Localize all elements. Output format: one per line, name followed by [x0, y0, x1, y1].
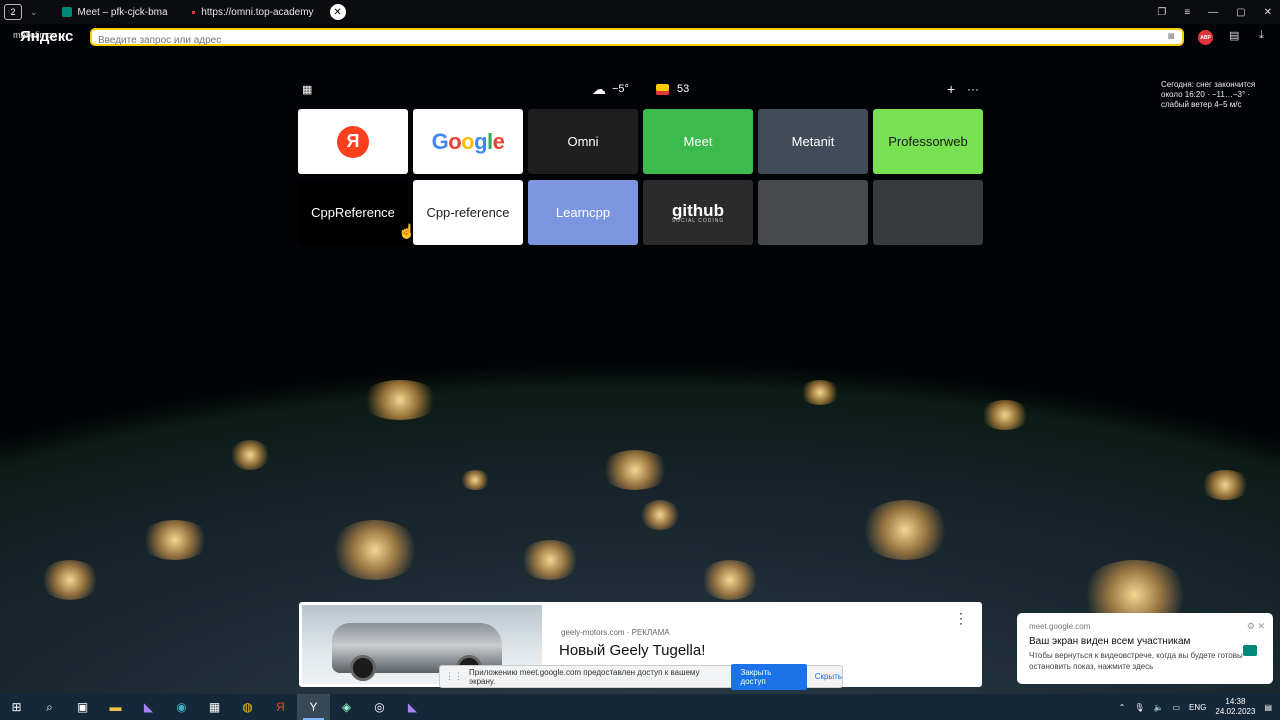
speed-dial-tile[interactable]: Cpp-reference [413, 180, 523, 245]
speed-dial-tile[interactable]: Я [298, 109, 408, 174]
window-controls: ❐ ≡ — ▢ ✕ [1157, 0, 1272, 24]
tab-title: https://omni.top-academy [201, 6, 314, 18]
yandex-logo-icon: Я [337, 125, 369, 158]
share-message: Приложению meet.google.com предоставлен … [469, 667, 700, 686]
mail-widget[interactable]: 53 [656, 80, 689, 98]
tile-label: Metanit [791, 134, 835, 149]
user-name: maxefimov [13, 30, 57, 40]
file-explorer-icon[interactable]: ▬ [99, 694, 132, 720]
microphone-icon[interactable]: 🎙 [1134, 703, 1144, 712]
notification-toast[interactable]: meet.google.com ⚙ ✕ Ваш экран виден всем… [1017, 613, 1273, 684]
temperature: −5° [612, 83, 629, 95]
minimize-icon[interactable]: — [1208, 7, 1218, 18]
tab-count-button[interactable]: 2 [4, 4, 22, 20]
speed-dial-tile[interactable]: CppReference [298, 180, 408, 245]
address-bar[interactable]: ◙ [90, 28, 1184, 48]
ad-title[interactable]: Новый Geely Tugella! [559, 642, 705, 659]
menu-icon[interactable]: ≡ [1184, 7, 1190, 18]
tile-label: Meet [683, 134, 713, 149]
meet-icon [1243, 645, 1257, 656]
tile-label: Omni [567, 134, 599, 149]
tab-title: Meet – pfk-cjck-bma [77, 6, 168, 18]
mail-icon [656, 83, 669, 95]
address-row: Яндекс ◙ [0, 24, 1280, 50]
google-logo: Google [431, 128, 505, 154]
more-icon[interactable]: ··· [967, 80, 979, 98]
github-logo: github SOCIAL CODING [672, 202, 725, 224]
language-indicator[interactable]: ENG [1189, 703, 1206, 712]
obs-icon[interactable]: ◎ [363, 694, 396, 720]
maximize-icon[interactable]: ▢ [1236, 7, 1245, 18]
tab-omni[interactable]: https://omni.top-academy [182, 0, 324, 24]
notification-title: Ваш экран виден всем участникам [1029, 636, 1191, 647]
empty-tile[interactable] [758, 180, 868, 245]
network-icon[interactable]: ▭ [1172, 703, 1180, 712]
chevron-down-icon[interactable]: ⌄ [30, 7, 38, 18]
speed-dial-tile[interactable]: Metanit [758, 109, 868, 174]
edge-icon[interactable]: ◉ [165, 694, 198, 720]
ad-menu-icon[interactable]: ⋮ [954, 610, 968, 627]
speaker-icon[interactable]: 🔈 [1154, 703, 1164, 712]
address-input[interactable] [92, 33, 1144, 48]
tile-label: Learncpp [555, 205, 611, 220]
add-tile-icon[interactable]: + [947, 80, 955, 98]
tab-bar: 2 ⌄ Meet – pfk-cjck-bma https://omni.top… [0, 0, 1280, 24]
bookmark-icon[interactable]: ❐ [1157, 7, 1166, 18]
notifications-icon[interactable]: ▤ [1264, 703, 1272, 712]
system-tray: ⌃ 🎙 🔈 ▭ ENG 14:38 24.02.2023 ▤ [1119, 694, 1272, 720]
tile-label: github [672, 200, 724, 220]
speed-dial-tile[interactable]: Professorweb [873, 109, 983, 174]
windows-start-icon[interactable]: ⊞ [0, 694, 33, 720]
notification-source: meet.google.com [1029, 622, 1091, 631]
tile-label: Professorweb [888, 134, 968, 149]
clock-date: 24.02.2023 [1215, 707, 1256, 716]
yandex-icon[interactable]: Я [264, 694, 297, 720]
tile-sublabel: SOCIAL CODING [671, 217, 725, 224]
user-profile-label[interactable]: maxefimov ⌄ [13, 30, 67, 41]
store-icon[interactable]: ▦ [198, 694, 231, 720]
mail-count: 53 [677, 83, 690, 95]
collections-icon[interactable]: ▤ [1229, 29, 1239, 42]
meet-favicon-icon [61, 7, 72, 17]
download-icon[interactable]: ⤓ [1259, 29, 1264, 42]
clock[interactable]: 14:38 24.02.2023 [1215, 697, 1255, 717]
stop-sharing-button[interactable]: Закрыть доступ [731, 663, 807, 690]
yandex-browser-icon[interactable]: Y [297, 694, 330, 720]
speed-dial-tile[interactable]: github SOCIAL CODING [643, 180, 753, 245]
notification-body: Чтобы вернуться к видеовстрече, когда вы… [1029, 651, 1243, 671]
app-icon[interactable]: ◈ [330, 694, 363, 720]
speed-dial-tile[interactable]: Omni [528, 109, 638, 174]
tile-label: Cpp-reference [426, 205, 510, 220]
speed-dial-tile[interactable]: Google [413, 109, 523, 174]
camera-icon[interactable]: ◙ [1168, 31, 1174, 42]
chrome-icon[interactable]: ◍ [231, 694, 264, 720]
speed-dial-tile[interactable]: Learncpp [528, 180, 638, 245]
search-icon[interactable]: ⌕ [33, 694, 66, 720]
tile-label: CppReference [311, 205, 395, 220]
taskbar: ⊞ ⌕ ▣ ▬ ◣ ◉ ▦ ◍ Я Y ◈ ◎ ◣ ⌃ 🎙 🔈 ▭ ENG 14… [0, 694, 1280, 720]
visual-studio-2-icon[interactable]: ◣ [396, 694, 429, 720]
empty-tile[interactable] [873, 180, 983, 245]
visual-studio-icon[interactable]: ◣ [132, 694, 165, 720]
calendar-icon[interactable]: ▦ [302, 80, 312, 98]
cloud-snow-icon: ☁ [592, 80, 606, 97]
screen-share-bar: ⋮⋮ Приложению meet.google.com предоставл… [439, 663, 843, 690]
ad-source: geely-motors.com · РЕКЛАМА [561, 628, 670, 637]
hide-button[interactable]: Скрыть [815, 672, 842, 681]
weather-widget[interactable]: ☁ −5° [592, 80, 629, 98]
chevron-up-icon[interactable]: ⌃ [1119, 703, 1126, 712]
speed-dial-tile[interactable]: Meet [643, 109, 753, 174]
close-tab-icon[interactable]: ✕ [329, 4, 346, 20]
close-notification-icon[interactable]: ⚙ ✕ [1247, 621, 1265, 632]
mouse-cursor-icon: ☝ [398, 223, 416, 239]
drag-handle-icon[interactable]: ⋮⋮ [445, 671, 463, 682]
close-window-icon[interactable]: ✕ [1264, 7, 1272, 18]
adblock-icon[interactable]: ABP [1198, 30, 1213, 45]
omni-favicon-icon [191, 10, 196, 14]
tab-meet[interactable]: Meet – pfk-cjck-bma [52, 0, 182, 24]
task-view-icon[interactable]: ▣ [66, 694, 99, 720]
clock-time: 14:38 [1225, 697, 1246, 706]
weather-forecast: Сегодня: снег закончится около 16:20 · −… [1161, 80, 1256, 109]
